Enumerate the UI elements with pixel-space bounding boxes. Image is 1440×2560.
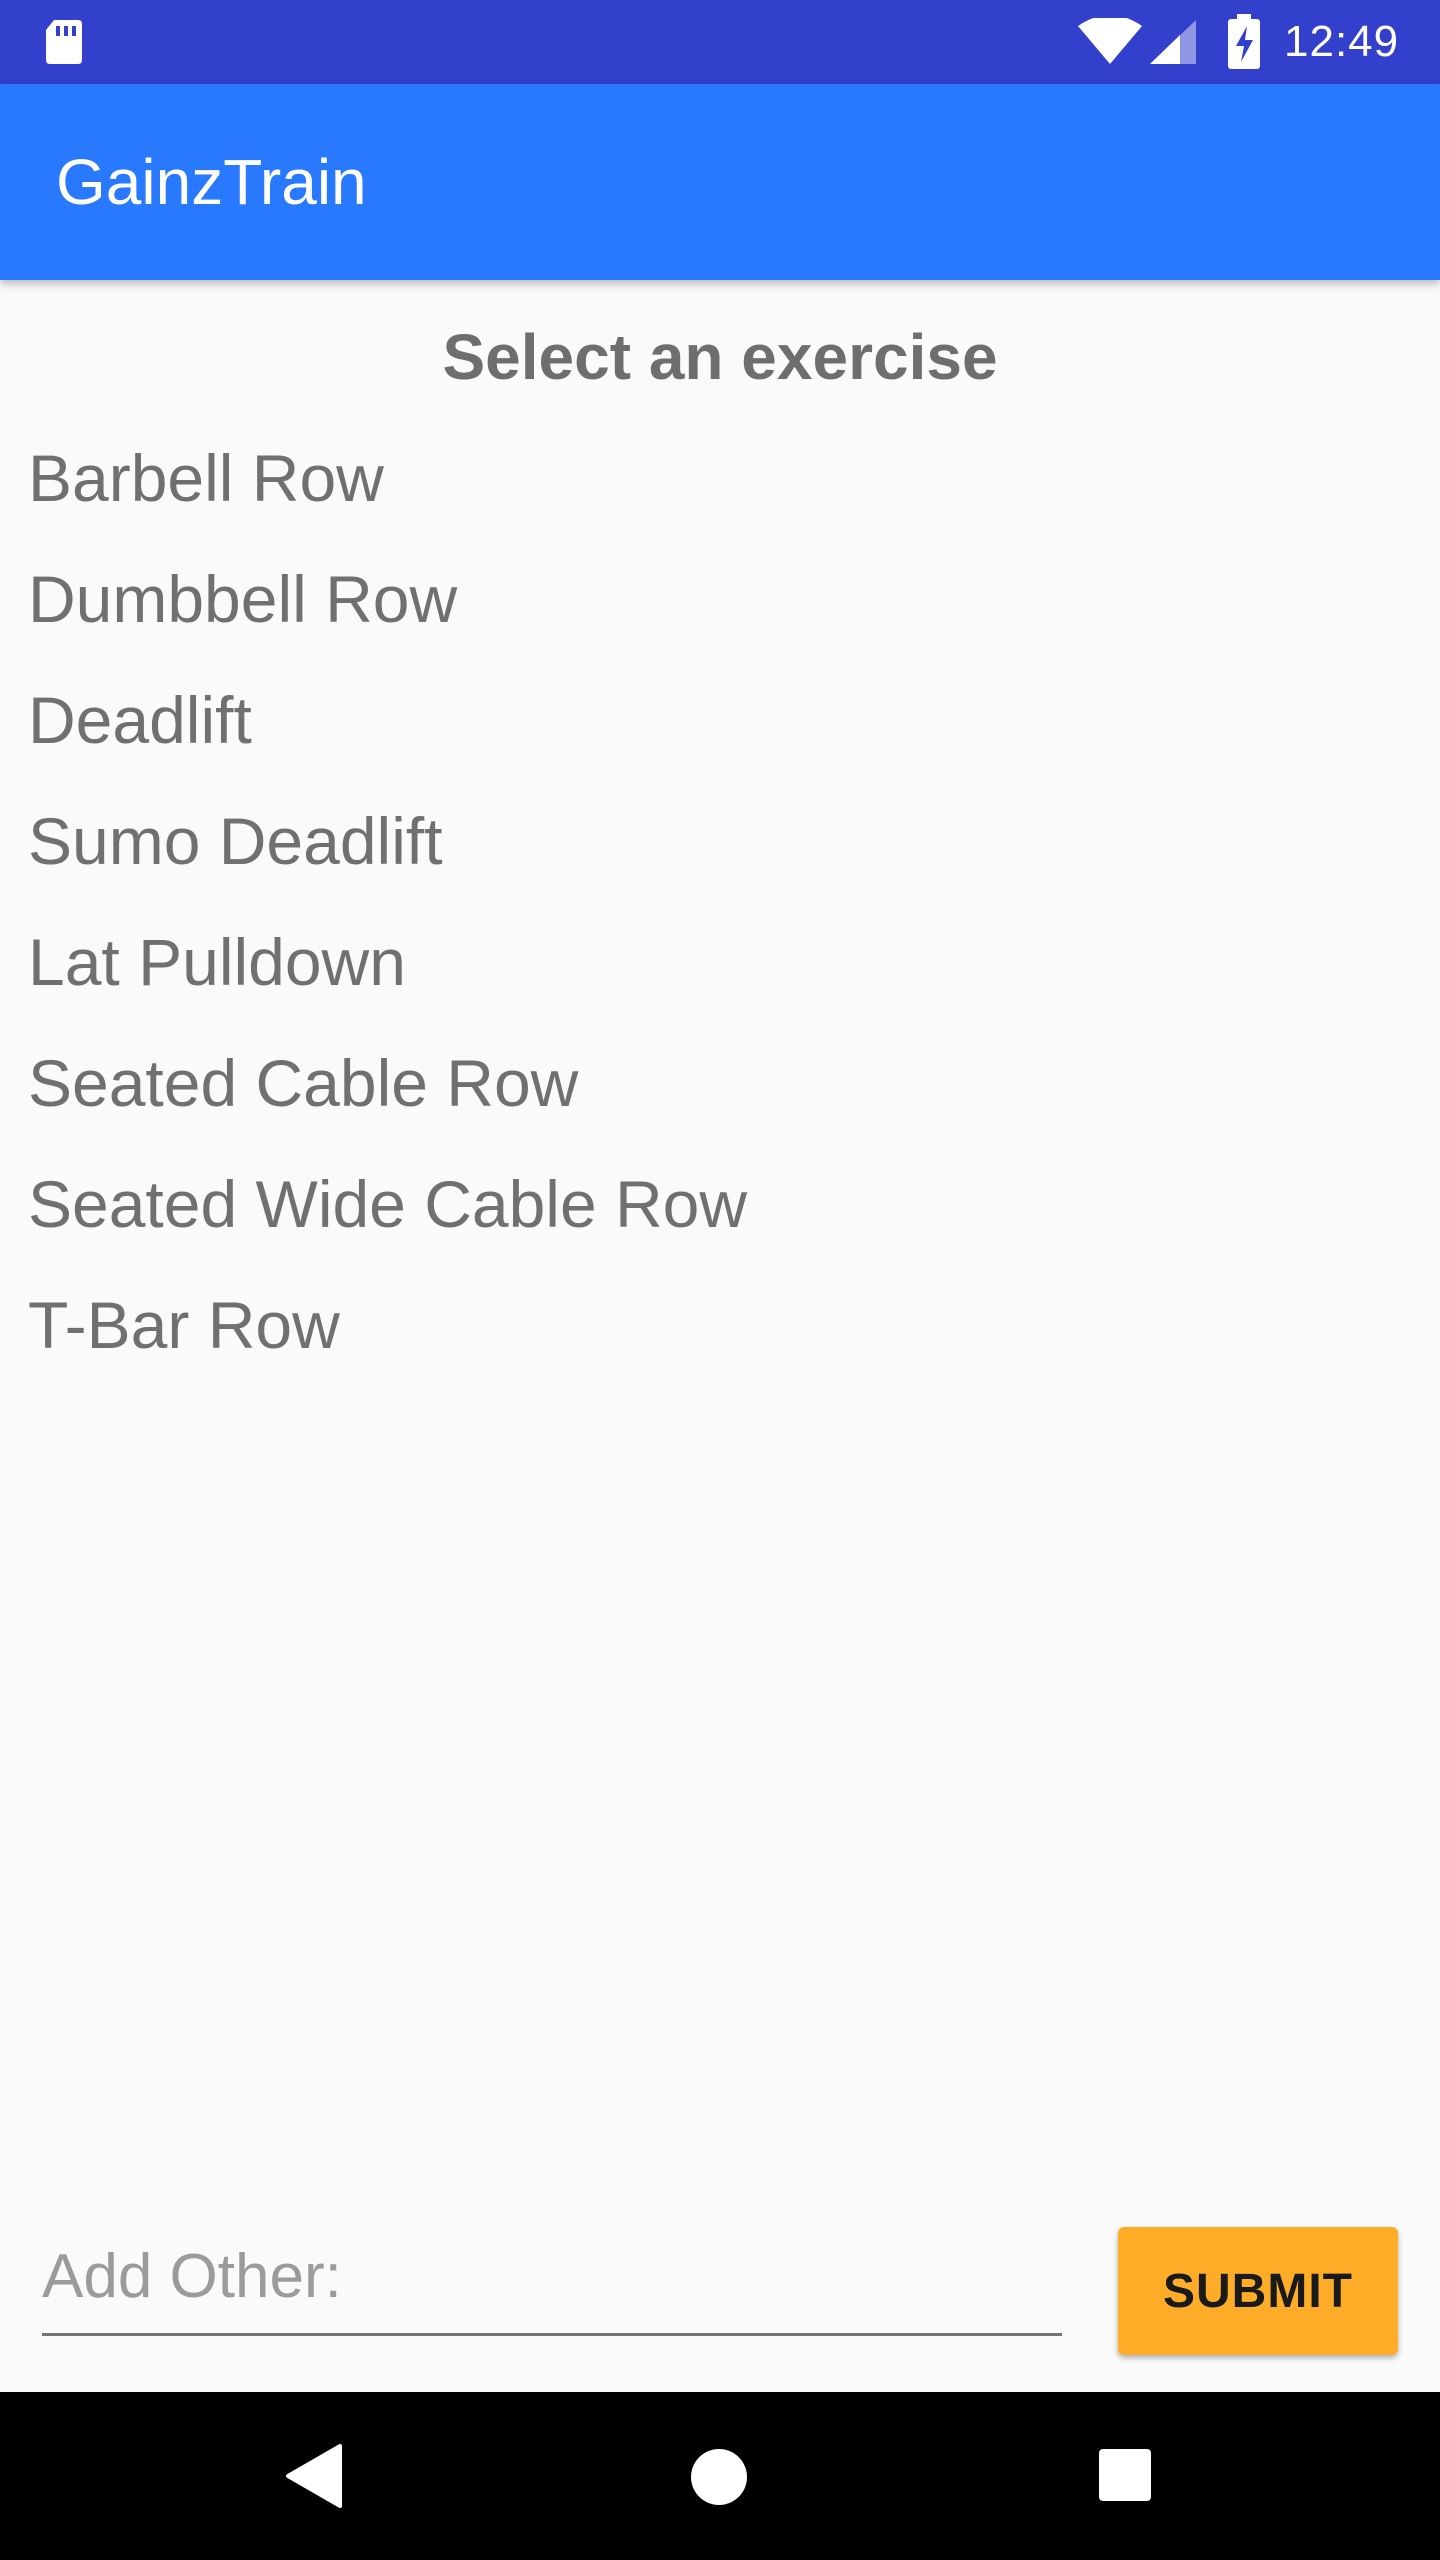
home-icon[interactable] [690,2448,748,2506]
wifi-icon [1078,18,1142,64]
recents-icon[interactable] [1098,2448,1152,2502]
exercise-item-dumbbell-row[interactable]: Dumbbell Row [0,539,1440,660]
exercise-list: Barbell Row Dumbbell Row Deadlift Sumo D… [0,418,1440,1386]
exercise-item-sumo-deadlift[interactable]: Sumo Deadlift [0,781,1440,902]
app-bar: GainzTrain [0,84,1440,280]
exercise-item-lat-pulldown[interactable]: Lat Pulldown [0,902,1440,1023]
app-title: GainzTrain [56,146,367,218]
battery-charging-icon [1228,14,1260,69]
exercise-item-seated-wide-cable-row[interactable]: Seated Wide Cable Row [0,1144,1440,1265]
exercise-item-barbell-row[interactable]: Barbell Row [0,418,1440,539]
sd-card-icon [46,20,82,64]
exercise-item-deadlift[interactable]: Deadlift [0,660,1440,781]
back-icon[interactable] [284,2444,344,2508]
navigation-bar [0,2392,1440,2560]
exercise-item-t-bar-row[interactable]: T-Bar Row [0,1265,1440,1386]
status-bar: 12:49 [0,0,1440,84]
submit-button[interactable]: SUBMIT [1118,2227,1398,2355]
page-heading: Select an exercise [442,321,998,393]
add-other-input[interactable] [42,2220,1062,2336]
exercise-item-seated-cable-row[interactable]: Seated Cable Row [0,1023,1440,1144]
signal-icon [1150,20,1196,64]
status-time: 12:49 [1284,17,1400,66]
